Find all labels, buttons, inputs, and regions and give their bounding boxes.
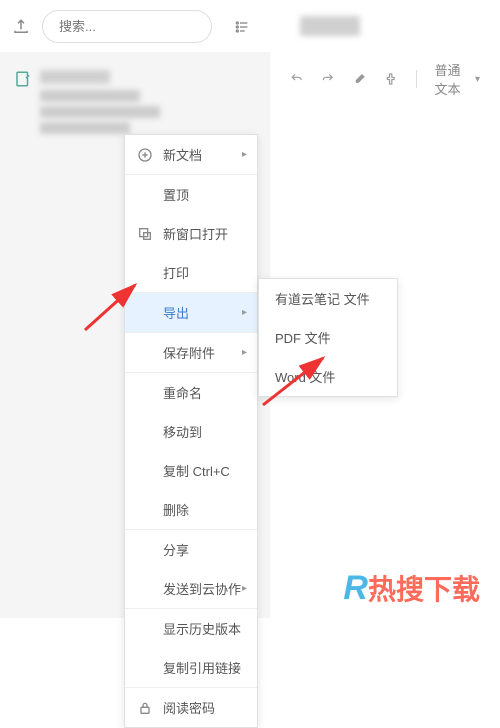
menu-new-window[interactable]: 新窗口打开 (125, 214, 257, 253)
menu-delete[interactable]: 删除 (125, 490, 257, 529)
text-style-dropdown[interactable]: 普通文本 ▾ (434, 60, 480, 98)
window-icon (137, 226, 153, 242)
note-icon (14, 70, 32, 88)
plus-circle-icon (137, 147, 153, 163)
menu-save-attachment[interactable]: 保存附件 ▸ (125, 333, 257, 372)
submenu-pdf[interactable]: PDF 文件 (259, 318, 397, 357)
list-item[interactable] (8, 64, 262, 140)
lock-icon (137, 700, 153, 716)
menu-pin[interactable]: 置顶 (125, 175, 257, 214)
sort-icon[interactable] (232, 19, 252, 35)
chevron-right-icon: ▸ (242, 583, 247, 594)
menu-copy-link[interactable]: 复制引用链接 (125, 648, 257, 687)
undo-icon[interactable] (290, 70, 303, 88)
editor-toolbar: 普通文本 ▾ (270, 52, 500, 106)
submenu-word[interactable]: Word 文件 (259, 357, 397, 396)
menu-read-password[interactable]: 阅读密码 (125, 688, 257, 727)
menu-send-cloud[interactable]: 发送到云协作 ▸ (125, 569, 257, 608)
chevron-right-icon: ▸ (242, 347, 247, 358)
watermark: R热搜下载 (343, 568, 480, 608)
eraser-icon[interactable] (353, 70, 366, 88)
chevron-right-icon: ▸ (242, 149, 247, 160)
search-input[interactable] (42, 10, 212, 43)
text-style-label: 普通文本 (434, 60, 471, 98)
menu-share[interactable]: 分享 (125, 530, 257, 569)
redo-icon[interactable] (321, 70, 334, 88)
submenu-youdao[interactable]: 有道云笔记 文件 (259, 279, 397, 318)
menu-copy[interactable]: 复制 Ctrl+C (125, 451, 257, 490)
menu-move-to[interactable]: 移动到 (125, 412, 257, 451)
format-brush-icon[interactable] (384, 70, 397, 88)
context-menu: 新文档 ▸ 置顶 新窗口打开 打印 导出 ▸ 保存附件 ▸ 重命名 移动到 复制… (124, 134, 258, 728)
menu-rename[interactable]: 重命名 (125, 373, 257, 412)
menu-history[interactable]: 显示历史版本 (125, 609, 257, 648)
menu-new-doc[interactable]: 新文档 ▸ (125, 135, 257, 174)
menu-print[interactable]: 打印 (125, 253, 257, 292)
upload-icon[interactable] (12, 18, 30, 36)
menu-export[interactable]: 导出 ▸ (125, 293, 257, 332)
chevron-right-icon: ▸ (242, 307, 247, 318)
export-submenu: 有道云笔记 文件 PDF 文件 Word 文件 (258, 278, 398, 397)
